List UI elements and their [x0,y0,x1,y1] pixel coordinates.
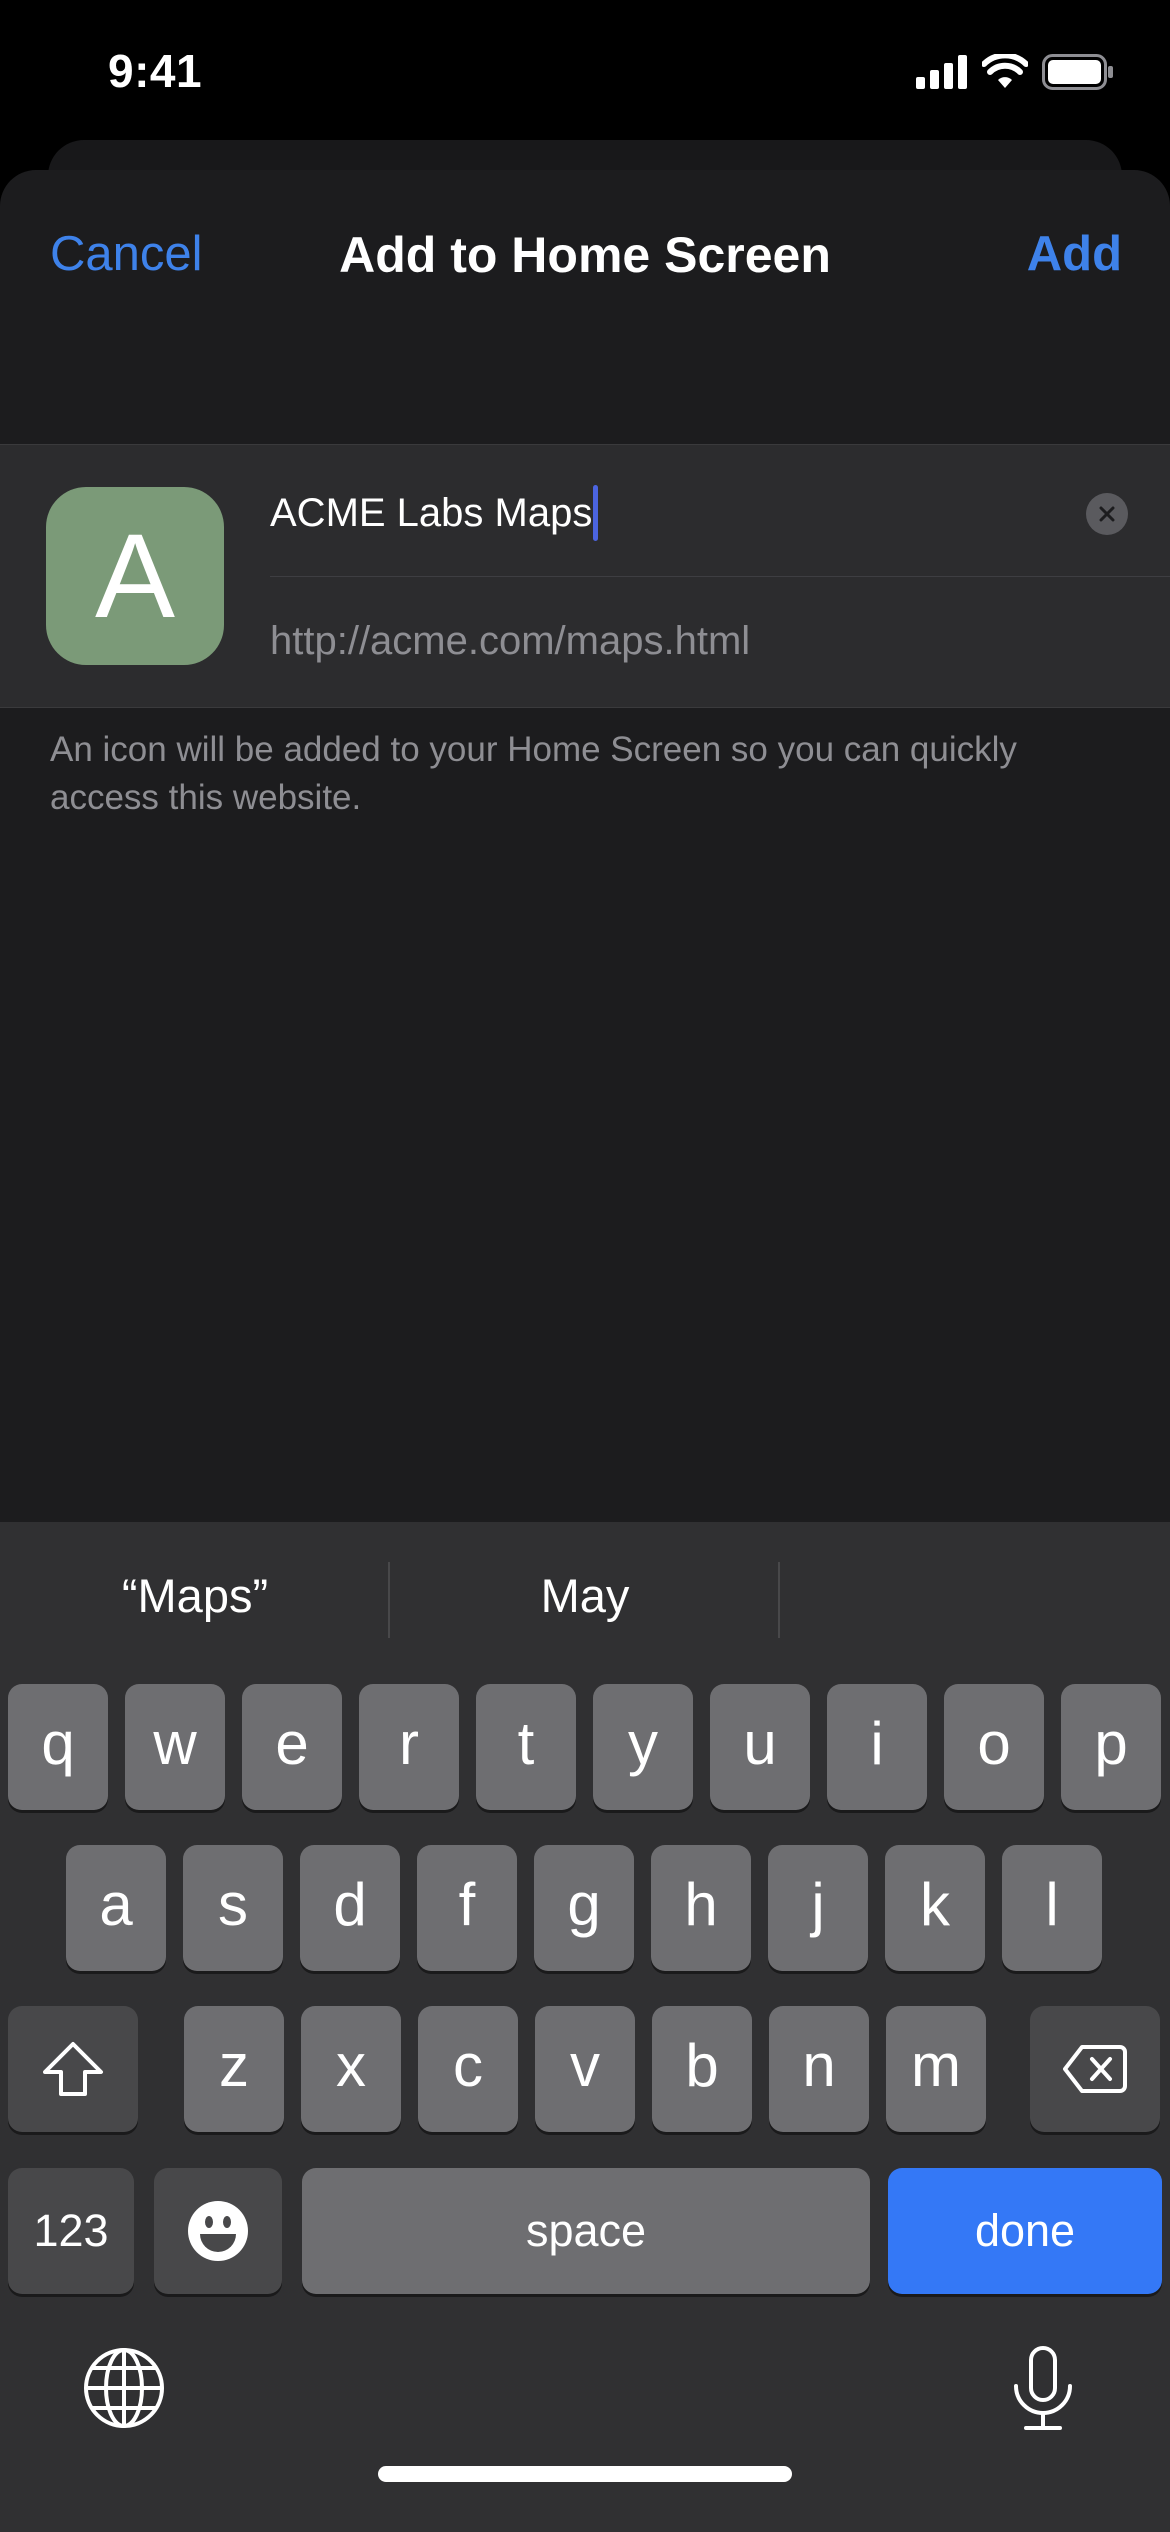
home-indicator[interactable] [378,2466,792,2482]
key-t[interactable]: t [476,1684,576,1810]
key-u[interactable]: u [710,1684,810,1810]
battery-icon [1042,54,1114,95]
key-label: y [628,1709,658,1777]
key-h[interactable]: h [651,1845,751,1971]
key-d[interactable]: d [300,1845,400,1971]
key-label: m [911,2031,961,2099]
key-label: h [684,1870,718,1938]
bookmark-form: A ACME Labs Maps http://acme.com/maps.ht… [0,444,1170,708]
key-v[interactable]: v [535,2006,635,2132]
status-time: 9:41 [108,45,203,97]
space-key[interactable]: space [302,2168,870,2294]
key-r[interactable]: r [359,1684,459,1810]
key-label: r [399,1709,419,1777]
key-g[interactable]: g [534,1845,634,1971]
backspace-icon [1063,2045,1127,2093]
key-q[interactable]: q [8,1684,108,1810]
footer-note: An icon will be added to your Home Scree… [50,730,1017,817]
space-key-label: space [525,2205,647,2256]
name-input-value: ACME Labs Maps [270,490,593,535]
clear-text-button[interactable] [1086,493,1128,535]
cancel-button[interactable]: Cancel [50,226,203,282]
key-label: e [275,1709,309,1777]
key-n[interactable]: n [769,2006,869,2132]
delete-key[interactable] [1030,2006,1160,2132]
emoji-key[interactable] [154,2168,282,2294]
key-label: u [743,1709,777,1777]
key-label: k [920,1870,950,1938]
add-button[interactable]: Add [1027,226,1122,282]
key-label: v [570,2031,600,2099]
url-field: http://acme.com/maps.html [270,619,751,663]
clear-x-icon [1099,506,1115,522]
key-label: s [218,1870,248,1938]
key-l[interactable]: l [1002,1845,1102,1971]
key-label: p [1094,1709,1128,1777]
shift-key[interactable] [8,2006,138,2132]
key-c[interactable]: c [418,2006,518,2132]
key-x[interactable]: x [301,2006,401,2132]
cellular-signal-icon [916,55,968,94]
key-o[interactable]: o [944,1684,1044,1810]
done-key[interactable]: done [888,2168,1162,2294]
globe-icon[interactable] [82,2346,166,2435]
keyboard: “Maps” May qwertyuiop asdfghjkl zxcvbnm … [0,1522,1170,2532]
key-label: w [153,1709,197,1777]
key-m[interactable]: m [886,2006,986,2132]
text-caret [593,485,599,541]
key-e[interactable]: e [242,1684,342,1810]
key-j[interactable]: j [768,1845,868,1971]
key-label: f [458,1870,476,1938]
key-label: x [336,2031,366,2099]
key-p[interactable]: p [1061,1684,1161,1810]
key-label: o [977,1709,1011,1777]
key-w[interactable]: w [125,1684,225,1810]
key-label: d [333,1870,367,1938]
status-icons [916,52,1114,95]
key-b[interactable]: b [652,2006,752,2132]
wifi-icon [981,52,1029,95]
suggestion-2[interactable]: May [390,1568,780,1623]
key-label: l [1045,1870,1059,1938]
app-icon-letter: A [94,509,176,643]
key-label: z [219,2031,249,2099]
key-i[interactable]: i [827,1684,927,1810]
key-f[interactable]: f [417,1845,517,1971]
status-bar: 9:41 [0,0,1170,140]
field-divider [270,576,1170,577]
key-label: q [41,1709,75,1777]
key-s[interactable]: s [183,1845,283,1971]
key-label: t [517,1709,535,1777]
numbers-key[interactable]: 123 [8,2168,134,2294]
key-label: i [870,1709,884,1777]
key-label: b [685,2031,719,2099]
emoji-face-icon [188,2201,248,2261]
key-label: a [99,1870,133,1938]
key-y[interactable]: y [593,1684,693,1810]
suggestion-bar: “Maps” May [0,1522,1170,1672]
key-label: n [802,2031,836,2099]
key-k[interactable]: k [885,1845,985,1971]
shift-arrow-icon [43,2042,103,2096]
app-icon-preview: A [46,487,224,665]
key-label: g [567,1870,601,1938]
key-a[interactable]: a [66,1845,166,1971]
key-z[interactable]: z [184,2006,284,2132]
done-key-label: done [974,2205,1076,2256]
key-label: c [453,2031,483,2099]
name-input[interactable]: ACME Labs Maps [270,485,599,541]
key-label: j [811,1870,825,1938]
numbers-key-label: 123 [33,2205,109,2256]
suggestion-divider [778,1562,780,1638]
microphone-icon[interactable] [1008,2346,1078,2437]
suggestion-1[interactable]: “Maps” [0,1568,390,1623]
